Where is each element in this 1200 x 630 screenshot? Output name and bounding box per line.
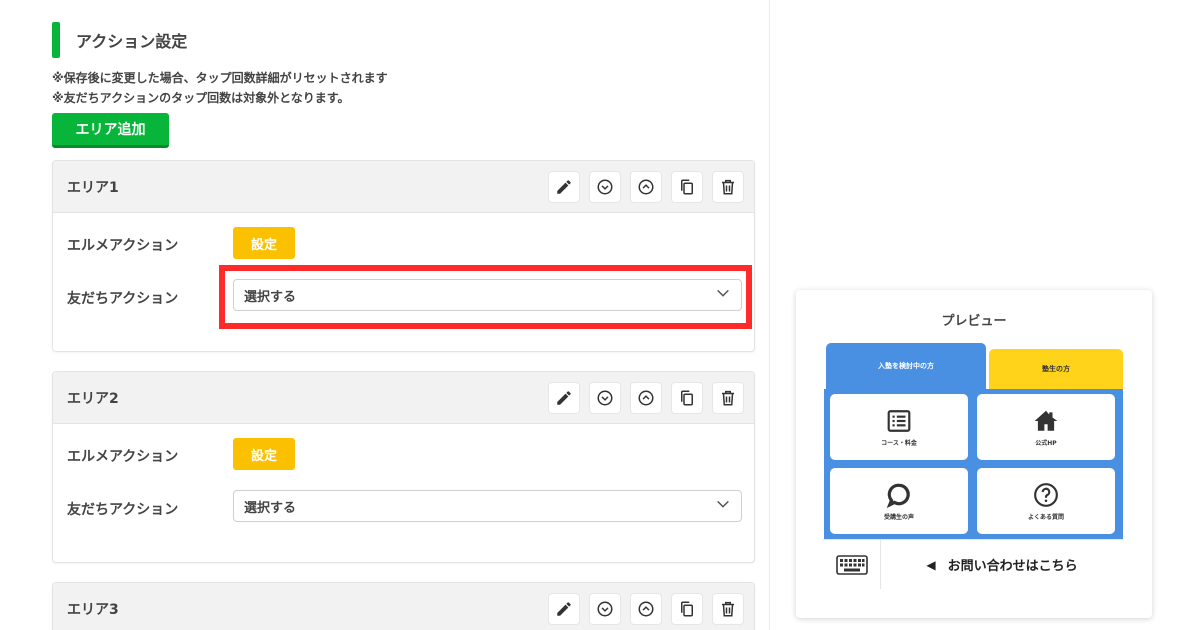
menu-cell-official-hp[interactable]: 公式HP <box>977 394 1115 460</box>
copy-icon <box>681 179 693 194</box>
area-card-1: エリア1 エルメアクション 設定 友だちアクション 選択する <box>52 160 755 352</box>
tab-prospective[interactable]: 入塾を検討中の方 <box>826 343 986 389</box>
chat-bubble-icon <box>886 483 910 508</box>
delete-button[interactable] <box>712 593 744 625</box>
rich-menu-preview: 入塾を検討中の方 塾生の方 コース・料金 公式HP 受講生の声 よくある質問 ◀… <box>823 337 1125 591</box>
question-icon <box>1034 482 1058 507</box>
edit-button[interactable] <box>548 593 580 625</box>
list-icon <box>887 409 911 432</box>
chat-bar: ◀ お問い合わせはこちら <box>823 539 1123 589</box>
cell-label: 受講生の声 <box>883 513 914 521</box>
copy-button[interactable] <box>671 170 703 203</box>
area-title: エリア1 <box>67 179 119 196</box>
copy-icon <box>681 601 693 617</box>
keyboard-icon <box>835 554 868 575</box>
cell-label: 公式HP <box>1035 439 1057 447</box>
move-down-button[interactable] <box>589 593 621 625</box>
edit-button[interactable] <box>548 381 580 414</box>
chevron-down-icon <box>715 285 731 305</box>
area-title: エリア3 <box>67 602 119 618</box>
friend-action-select[interactable]: 選択する <box>233 279 742 311</box>
set-action-button[interactable]: 設定 <box>233 438 295 470</box>
heading-accent-bar <box>52 22 60 58</box>
set-action-button[interactable]: 設定 <box>233 227 295 259</box>
delete-button[interactable] <box>712 381 744 414</box>
delete-button[interactable] <box>712 170 744 203</box>
preview-card: プレビュー 入塾を検討中の方 塾生の方 コース・料金 公式HP 受講生の声 よく… <box>796 290 1152 618</box>
page-title: アクション設定 <box>76 32 188 51</box>
edit-button[interactable] <box>548 170 580 203</box>
settings-panel: アクション設定 ※保存後に変更した場合、タップ回数詳細がリセットされます ※友だ… <box>0 0 770 630</box>
friend-action-select[interactable]: 選択する <box>233 490 742 522</box>
pencil-icon <box>557 179 571 194</box>
l-action-label: エルメアクション <box>67 238 179 254</box>
chevron-up-circle-icon <box>638 179 654 194</box>
trash-icon <box>722 179 734 194</box>
triangle-left-icon: ◀ <box>926 557 936 572</box>
move-up-button[interactable] <box>630 593 662 625</box>
section-heading: アクション設定 <box>52 22 187 58</box>
select-value: 選択する <box>244 289 297 305</box>
trash-icon <box>722 390 734 405</box>
chevron-down-icon <box>715 496 731 516</box>
area-card-body: エルメアクション 設定 友だちアクション 選択する <box>53 424 754 562</box>
chevron-down-circle-icon <box>597 390 613 405</box>
contact-toggle[interactable]: ◀ お問い合わせはこちら <box>881 555 1123 575</box>
cell-label: コース・料金 <box>881 439 917 447</box>
area-card-3: エリア3 <box>52 582 755 630</box>
copy-button[interactable] <box>671 593 703 625</box>
chevron-up-circle-icon <box>638 390 654 405</box>
contact-text: お問い合わせはこちら <box>947 559 1078 574</box>
keyboard-button[interactable] <box>823 540 881 589</box>
menu-grid: コース・料金 公式HP 受講生の声 よくある質問 <box>824 389 1123 539</box>
move-down-button[interactable] <box>589 170 621 203</box>
pencil-icon <box>557 602 571 616</box>
area-card-header: エリア3 <box>53 583 754 630</box>
friend-action-label: 友だちアクション <box>67 291 179 307</box>
note-excluded: ※友だちアクションのタップ回数は対象外となります。 <box>52 91 350 105</box>
l-action-label: エルメアクション <box>67 449 179 465</box>
area-card-header: エリア1 <box>53 161 754 213</box>
add-area-button[interactable]: エリア追加 <box>52 113 169 148</box>
menu-cell-testimonials[interactable]: 受講生の声 <box>830 468 968 534</box>
note-reset: ※保存後に変更した場合、タップ回数詳細がリセットされます <box>52 71 388 85</box>
chevron-up-circle-icon <box>638 601 654 617</box>
chevron-down-circle-icon <box>597 179 613 194</box>
friend-action-label: 友だちアクション <box>67 502 179 518</box>
preview-title: プレビュー <box>941 314 1007 329</box>
area-card-2: エリア2 エルメアクション 設定 友だちアクション 選択する <box>52 371 755 563</box>
move-down-button[interactable] <box>589 381 621 414</box>
menu-cell-faq[interactable]: よくある質問 <box>977 468 1115 534</box>
area-card-body: エルメアクション 設定 友だちアクション 選択する <box>53 213 754 351</box>
chevron-down-circle-icon <box>597 601 613 617</box>
area-card-header: エリア2 <box>53 372 754 424</box>
select-value: 選択する <box>244 500 297 516</box>
cell-label: よくある質問 <box>1027 513 1064 521</box>
pencil-icon <box>557 390 571 405</box>
trash-icon <box>722 601 734 617</box>
notes: ※保存後に変更した場合、タップ回数詳細がリセットされます ※友だちアクションのタ… <box>52 68 388 108</box>
move-up-button[interactable] <box>630 170 662 203</box>
preview-panel: プレビュー 入塾を検討中の方 塾生の方 コース・料金 公式HP 受講生の声 よく… <box>771 0 1200 630</box>
home-icon <box>1034 410 1058 431</box>
copy-icon <box>681 390 693 405</box>
copy-button[interactable] <box>671 381 703 414</box>
menu-cell-course[interactable]: コース・料金 <box>830 394 968 460</box>
tab-students[interactable]: 塾生の方 <box>989 349 1123 389</box>
area-title: エリア2 <box>67 390 119 407</box>
move-up-button[interactable] <box>630 381 662 414</box>
